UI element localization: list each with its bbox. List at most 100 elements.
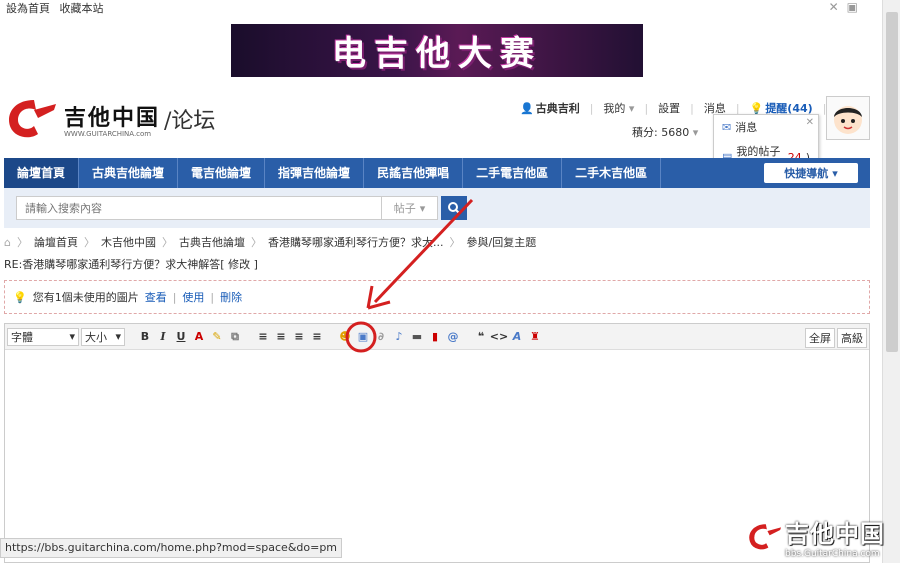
quick-nav-button[interactable]: 快捷導航 ▾: [764, 163, 858, 183]
divider: |: [172, 290, 177, 304]
home-icon[interactable]: ⌂: [4, 236, 11, 249]
lightbulb-icon: 💡: [13, 290, 27, 304]
banner-text: 电吉他大赛: [332, 34, 542, 74]
chevron-right-icon: 〉: [83, 236, 95, 249]
nav-item-used-acoustic[interactable]: 二手木吉他區: [562, 158, 662, 188]
guitar-logo-icon: [9, 100, 56, 138]
nav-item-used-electric[interactable]: 二手電吉他區: [463, 158, 563, 188]
divider: |: [210, 290, 215, 304]
watermark: 吉他中国 bbs.GuitarChina.com: [745, 514, 885, 559]
avatar[interactable]: [826, 96, 870, 140]
music-icon[interactable]: ♪: [391, 329, 407, 345]
shrink-icon[interactable]: ✕: [829, 0, 839, 14]
align-left-icon[interactable]: ≡: [255, 329, 271, 345]
my-label: 我的: [603, 102, 626, 115]
breadcrumb-item[interactable]: 論壇首頁: [34, 234, 78, 250]
chevron-right-icon: 〉: [16, 236, 28, 249]
image-icon[interactable]: ▣: [355, 329, 371, 345]
lightbulb-icon: 💡: [749, 101, 764, 115]
top-links: 設為首頁 收藏本站 ✕ ▣: [0, 0, 880, 15]
site-logo[interactable]: 吉他中国 WWW.GUITARCHINA.com /论坛: [4, 96, 215, 142]
search-bar: 帖子▾: [4, 188, 870, 228]
close-icon[interactable]: ✕: [806, 117, 814, 128]
quote-icon[interactable]: ❝: [473, 329, 489, 345]
chevron-right-icon: 〉: [161, 236, 173, 249]
size-select[interactable]: 大小 ▾: [81, 327, 125, 346]
nav-item-fingerstyle[interactable]: 指彈吉他論壇: [265, 158, 365, 188]
username-link[interactable]: 古典吉利: [536, 100, 580, 116]
free-text-icon[interactable]: A: [509, 329, 525, 345]
italic-icon[interactable]: I: [155, 329, 171, 345]
app-icon[interactable]: ▣: [847, 0, 858, 14]
set-home-link[interactable]: 設為首頁: [6, 2, 50, 15]
scrollbar[interactable]: [882, 0, 900, 563]
divider: |: [644, 101, 649, 115]
align-justify-icon[interactable]: ≡: [309, 329, 325, 345]
video-icon[interactable]: ▬: [409, 329, 425, 345]
nav-item-classical[interactable]: 古典吉他論壇: [79, 158, 179, 188]
font-select[interactable]: 字體 ▾: [7, 327, 79, 346]
user-icon: 👤: [520, 101, 534, 115]
search-icon: [448, 202, 461, 215]
guitar-logo-icon: [747, 522, 784, 551]
bold-icon[interactable]: B: [137, 329, 153, 345]
delete-images-link[interactable]: 刪除: [220, 289, 242, 305]
toolbar-right: 全屏 高級: [805, 328, 867, 348]
advanced-button[interactable]: 高級: [837, 328, 867, 348]
popup-messages-label: 消息: [735, 121, 758, 134]
emoji-icon[interactable]: ☻: [337, 329, 353, 345]
breadcrumb-item[interactable]: 古典吉他論壇: [179, 234, 245, 250]
main-nav: 論壇首頁 古典吉他論壇 電吉他論壇 指彈吉他論壇 民謠吉他彈唱 二手電吉他區 二…: [4, 158, 870, 188]
reply-title: RE:香港購琴哪家通利琴行方便？求大神解答[ 修改 ]: [4, 258, 258, 271]
contest-banner[interactable]: 电吉他大赛: [231, 24, 643, 77]
breadcrumb-item[interactable]: 香港購琴哪家通利琴行方便？求大...: [268, 234, 444, 250]
align-right-icon[interactable]: ≡: [291, 329, 307, 345]
search-button[interactable]: [441, 196, 467, 220]
flash-icon[interactable]: ▮: [427, 329, 443, 345]
breadcrumb: ⌂ 〉 論壇首頁 〉 木吉他中國 〉 古典吉他論壇 〉 香港購琴哪家通利琴行方便…: [4, 234, 536, 250]
view-images-link[interactable]: 查看: [145, 289, 167, 305]
mention-icon[interactable]: @: [445, 329, 461, 345]
divider: |: [735, 101, 740, 115]
status-url: https://bbs.guitarchina.com/home.php?mod…: [0, 538, 343, 558]
highlight-icon[interactable]: ✎: [209, 329, 225, 345]
attachment-icon[interactable]: ∂: [373, 329, 389, 345]
settings-link[interactable]: 設置: [658, 100, 680, 116]
chevron-down-icon: ▾: [832, 166, 838, 180]
watermark-name: 吉他中国: [785, 520, 885, 548]
points-display[interactable]: 積分: 5680 ▾: [632, 124, 698, 140]
chevron-down-icon: ▾: [419, 201, 426, 215]
chevron-down-icon: ▾: [115, 330, 121, 343]
search-input[interactable]: [16, 196, 382, 220]
logo-name: 吉他中国: [64, 106, 161, 131]
nav-item-folk[interactable]: 民謠吉他彈唱: [364, 158, 464, 188]
chevron-right-icon: 〉: [449, 236, 461, 249]
editor-textarea[interactable]: [5, 350, 869, 562]
bookmark-link[interactable]: 收藏本站: [60, 2, 104, 15]
my-menu[interactable]: 我的 ▾: [603, 100, 634, 116]
font-color-icon[interactable]: A: [191, 329, 207, 345]
breadcrumb-item[interactable]: 木吉他中國: [101, 234, 156, 250]
scroll-thumb[interactable]: [886, 12, 898, 352]
chevron-down-icon: ▾: [692, 126, 699, 139]
chevron-down-icon: ▾: [628, 102, 635, 115]
use-images-link[interactable]: 使用: [182, 289, 204, 305]
nav-item-electric[interactable]: 電吉他論壇: [178, 158, 266, 188]
window-icons: ✕ ▣: [829, 0, 858, 14]
logo-forum: /论坛: [164, 109, 216, 134]
align-center-icon[interactable]: ≡: [273, 329, 289, 345]
logo-url: WWW.GUITARCHINA.com: [64, 130, 152, 138]
logo-text: 吉他中国 WWW.GUITARCHINA.com: [64, 100, 160, 138]
hide-content-icon[interactable]: ♜: [527, 329, 543, 345]
underline-icon[interactable]: U: [173, 329, 189, 345]
avatar-face-icon: [834, 106, 862, 134]
divider: |: [690, 101, 694, 115]
fullscreen-button[interactable]: 全屏: [805, 328, 835, 348]
nav-item-home[interactable]: 論壇首頁: [4, 158, 80, 188]
link-icon[interactable]: ⧉: [227, 329, 243, 345]
watermark-url: bbs.GuitarChina.com: [785, 549, 880, 559]
popup-messages[interactable]: ✉ 消息: [714, 115, 818, 139]
breadcrumb-current: 參與/回复主题: [466, 236, 537, 249]
search-type-select[interactable]: 帖子 ▾: [382, 196, 438, 220]
code-icon[interactable]: <>: [490, 329, 508, 345]
